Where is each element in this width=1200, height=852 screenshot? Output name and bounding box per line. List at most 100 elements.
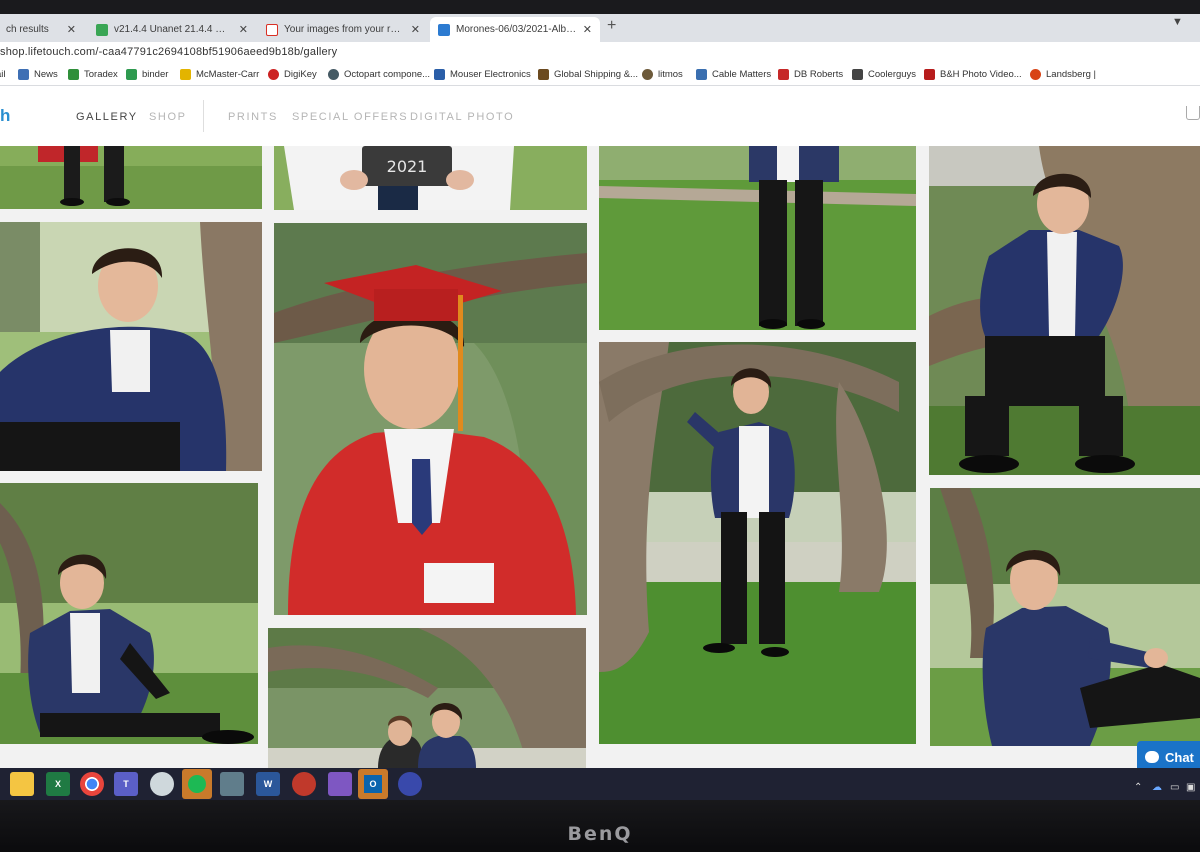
monitor-brand-logo: BenQ (567, 823, 633, 845)
mcmaster-icon (180, 69, 191, 80)
news-icon (18, 69, 29, 80)
spotify-icon[interactable] (182, 769, 212, 799)
cloud-app-icon[interactable] (150, 772, 174, 796)
bookmark-toradex[interactable]: Toradex (68, 69, 118, 80)
windows-taskbar (0, 768, 1200, 800)
bookmark-label: McMaster-Carr (196, 69, 260, 80)
bookmark-digikey[interactable]: DigiKey (268, 69, 317, 80)
new-tab-button[interactable]: + (607, 17, 616, 35)
bookmark-mail[interactable]: ail (0, 69, 6, 80)
gallery-photo[interactable] (599, 146, 916, 330)
gallery-photo[interactable] (0, 222, 262, 471)
address-bar[interactable]: shop.lifetouch.com/-caa47791c2694108bf51… (0, 42, 1200, 64)
bookmark-label: Toradex (84, 69, 118, 80)
teams-icon[interactable]: T (114, 772, 138, 796)
calculator-icon[interactable] (220, 772, 244, 796)
gallery-photo[interactable]: 2021 (274, 146, 587, 210)
bookmark-coolerguys[interactable]: Coolerguys (852, 69, 916, 80)
bookmark-label: Cable Matters (712, 69, 772, 80)
tab-gmail-images[interactable]: Your images from your recent o ✕ (258, 17, 428, 42)
gallery-photo[interactable] (929, 146, 1200, 475)
bookmark-label: Octopart compone... (344, 69, 431, 80)
bookmark-news[interactable]: News (18, 69, 58, 80)
speech-bubble-icon (1145, 751, 1159, 763)
onedrive-icon[interactable]: ☁ (1152, 782, 1162, 793)
litmos-icon (642, 69, 653, 80)
bookmark-label: DB Roberts (794, 69, 844, 80)
file-explorer-icon[interactable] (10, 772, 34, 796)
bookmark-mouser[interactable]: Mouser Electronics (434, 69, 531, 80)
gallery-photo[interactable] (930, 488, 1200, 746)
gmail-favicon-icon (266, 23, 278, 36)
unanet-favicon-icon (96, 23, 108, 36)
bookmark-cable-matters[interactable]: Cable Matters (696, 69, 771, 80)
bookmark-label: Coolerguys (868, 69, 917, 80)
gallery-photo[interactable] (0, 483, 258, 744)
bookmark-octopart[interactable]: Octopart compone... (328, 69, 430, 80)
coolerguys-icon (852, 69, 863, 80)
bookmark-binder[interactable]: binder (126, 69, 168, 80)
bookmark-db-roberts[interactable]: DB Roberts (778, 69, 843, 80)
bookmark-landsberg[interactable]: Landsberg | (1030, 69, 1096, 80)
bookmark-label: Mouser Electronics (450, 69, 531, 80)
bookmarks-bar: ail News Toradex binder McMaster-Carr Di… (0, 64, 1200, 86)
cart-icon[interactable] (1186, 106, 1200, 120)
tab-title: Morones-06/03/2021-Album (456, 24, 577, 35)
close-icon[interactable]: ✕ (583, 23, 592, 36)
gallery-photo[interactable] (599, 342, 916, 744)
binder-icon (126, 69, 137, 80)
display-icon[interactable]: ▣ (1186, 782, 1195, 793)
bookmark-litmos[interactable]: litmos (642, 69, 683, 80)
bookmark-mcmaster[interactable]: McMaster-Carr (180, 69, 259, 80)
bookmark-label: News (34, 69, 58, 80)
nav-special-offers[interactable]: SPECIAL OFFERS (292, 111, 408, 123)
octopart-icon (328, 69, 339, 80)
browser-tab-strip: ch results ✕ v21.4.4 Unanet 21.4.4 — Log… (0, 14, 1200, 42)
close-icon[interactable]: ✕ (411, 23, 420, 36)
tab-search-results[interactable]: ch results ✕ (0, 17, 84, 42)
gallery-photo[interactable] (268, 628, 586, 768)
bookmark-bh-photo[interactable]: B&H Photo Video... (924, 69, 1022, 80)
bookmark-label: Landsberg | (1046, 69, 1097, 80)
lifetouch-favicon-icon (438, 23, 450, 36)
profile-menu-icon[interactable]: ▼ (1172, 16, 1183, 28)
paint-icon[interactable] (292, 772, 316, 796)
digikey-icon (268, 69, 279, 80)
nav-prints[interactable]: PRINTS (228, 111, 278, 123)
close-icon[interactable]: ✕ (67, 23, 76, 36)
system-tray-up-arrow-icon[interactable]: ⌃ (1134, 782, 1142, 793)
word-icon[interactable]: W (256, 772, 280, 796)
chat-label: Chat (1165, 749, 1194, 765)
bookmark-label: litmos (658, 69, 683, 80)
close-icon[interactable]: ✕ (239, 23, 248, 36)
grad-sign-text: 2021 (387, 157, 428, 176)
photo-gallery: 2021 (0, 146, 1200, 768)
bookmark-label: B&H Photo Video... (940, 69, 1022, 80)
bookmark-global-shipping[interactable]: Global Shipping &... (538, 69, 638, 80)
lifetouch-logo[interactable]: h (0, 106, 10, 126)
bh-photo-icon (924, 69, 935, 80)
bookmark-label: binder (142, 69, 169, 80)
bookmark-label: DigiKey (284, 69, 317, 80)
tab-morones-album[interactable]: Morones-06/03/2021-Album ✕ (430, 17, 600, 42)
nav-digital-photo[interactable]: DIGITAL PHOTO (410, 111, 514, 123)
outlook-icon[interactable]: O (358, 769, 388, 799)
excel-icon[interactable]: X (46, 772, 70, 796)
bookmark-label: ail (0, 69, 6, 80)
tab-title: ch results (6, 24, 49, 35)
nav-gallery[interactable]: GALLERY (76, 111, 138, 123)
visio-icon[interactable] (328, 772, 352, 796)
monitor-bezel-top (0, 0, 1200, 14)
tab-title: Your images from your recent o (284, 24, 405, 35)
nav-shop[interactable]: SHOP (149, 111, 187, 123)
vpn-lock-icon[interactable] (398, 772, 422, 796)
url-text[interactable]: shop.lifetouch.com/-caa47791c2694108bf51… (0, 46, 337, 58)
gallery-photo[interactable] (274, 223, 587, 615)
network-icon[interactable]: ▭ (1170, 782, 1179, 793)
cable-matters-icon (696, 69, 707, 80)
tab-unanet-login[interactable]: v21.4.4 Unanet 21.4.4 — Login ✕ (88, 17, 256, 42)
gallery-photo[interactable] (0, 146, 262, 209)
landsberg-icon (1030, 69, 1041, 80)
toradex-icon (68, 69, 79, 80)
chrome-icon[interactable] (80, 772, 104, 796)
